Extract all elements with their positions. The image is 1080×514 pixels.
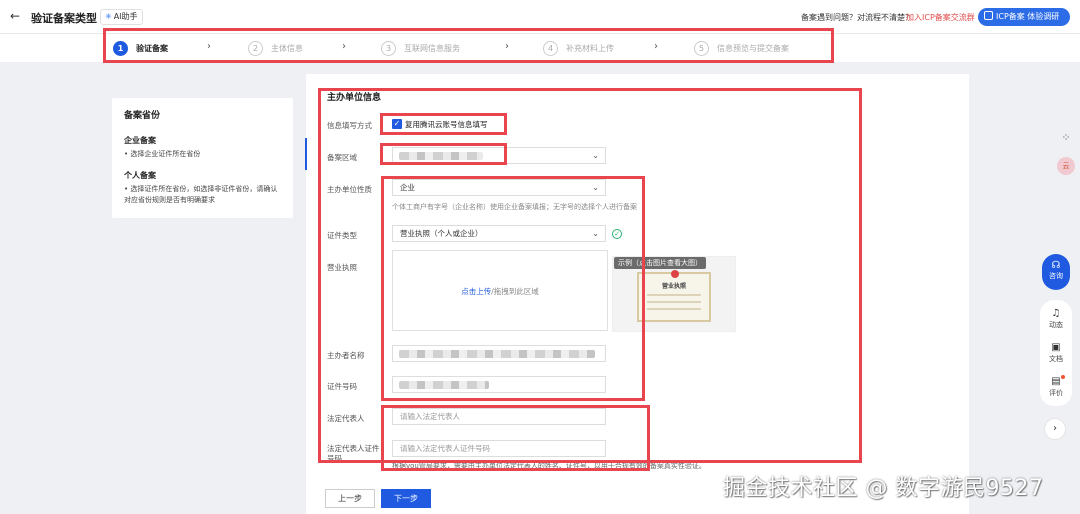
license-label: 营业执照 bbox=[327, 263, 357, 272]
legal-rep-id-input[interactable]: 请输入法定代表人证件号码 bbox=[392, 440, 606, 457]
review-button[interactable]: ▤ 评价 bbox=[1042, 376, 1070, 398]
chevron-right-icon[interactable]: › bbox=[1044, 418, 1066, 440]
watermark: 掘金技术社区 @ 数字游民9527 bbox=[723, 476, 1044, 501]
avatar[interactable]: 云 bbox=[1057, 157, 1075, 175]
step-4: 4 补充材料上传 bbox=[543, 40, 614, 56]
sample-license-text: 营业执照 bbox=[661, 283, 686, 290]
icp-survey-button[interactable]: ICP备案 体验调研 bbox=[978, 8, 1070, 26]
step-number: 3 bbox=[381, 40, 396, 56]
chevron-down-icon: ⌄ bbox=[592, 229, 599, 238]
chevron-right-icon: › bbox=[654, 41, 658, 52]
dynamics-button[interactable]: ♫ 动态 bbox=[1042, 308, 1070, 330]
legal-rep-id-label: 法定代表人证件号码 bbox=[327, 444, 380, 463]
text-line bbox=[647, 301, 701, 303]
redacted-value bbox=[399, 152, 483, 160]
review-label: 评价 bbox=[1049, 389, 1063, 397]
step-number: 5 bbox=[694, 40, 709, 56]
org-type-label: 主办单位性质 bbox=[327, 185, 372, 194]
sparkle-icon: ✳ bbox=[105, 12, 112, 21]
notification-dot bbox=[1061, 375, 1065, 379]
cert-type-select[interactable]: 营业执照（个人或企业） ⌄ bbox=[392, 225, 606, 242]
chevron-right-icon: › bbox=[207, 41, 211, 52]
org-type-note: 个体工商户有字号（企业名称）使用企业备案填报；无字号的选择个人进行备案 bbox=[392, 203, 637, 211]
sample-license-image[interactable]: 营业执照 bbox=[637, 270, 711, 322]
step-number: 2 bbox=[248, 40, 263, 56]
org-type-value: 企业 bbox=[400, 183, 415, 192]
bell-icon: ♫ bbox=[1051, 308, 1061, 319]
next-button[interactable]: 下一步 bbox=[381, 489, 431, 508]
guide-heading: 企业备案 bbox=[124, 136, 156, 145]
text-line bbox=[647, 308, 701, 310]
chevron-right-icon: › bbox=[342, 41, 346, 52]
province-guide-card: 备案省份 企业备案 • 选择企业证件所在省份 个人备案 • 选择证件所在省份，如… bbox=[112, 98, 293, 218]
docs-button[interactable]: ▣ 文档 bbox=[1042, 342, 1070, 364]
redacted-value bbox=[399, 381, 489, 389]
region-select[interactable]: ⌄ bbox=[392, 147, 606, 164]
reuse-account-label[interactable]: 复用腾讯云账号信息填写 bbox=[405, 119, 488, 130]
redacted-value bbox=[399, 350, 595, 358]
check-circle-icon: ✓ bbox=[612, 229, 622, 239]
reuse-account-checkbox[interactable]: ✓ bbox=[392, 119, 402, 129]
step-2: 2 主体信息 bbox=[248, 40, 303, 56]
step-5: 5 信息预览与提交备案 bbox=[694, 40, 789, 56]
fill-method-label: 信息填写方式 bbox=[327, 121, 372, 130]
arrow-left-icon[interactable]: ← bbox=[10, 9, 20, 23]
step-number: 1 bbox=[113, 40, 128, 56]
ai-assistant-label: AI助手 bbox=[113, 12, 138, 21]
cert-number-input[interactable] bbox=[392, 376, 606, 393]
guide-heading: 个人备案 bbox=[124, 171, 156, 180]
org-type-select[interactable]: 企业 ⌄ bbox=[392, 179, 606, 196]
verification-note: 根据you管局要求，需要由主办单位法定代表人的姓名、证件号，以用于合规有效的备案… bbox=[392, 462, 706, 470]
section-title: 主办单位信息 bbox=[327, 93, 382, 103]
chevron-down-icon: ⌄ bbox=[592, 183, 599, 192]
prev-button[interactable]: 上一步 bbox=[325, 489, 375, 508]
step-label: 验证备案 bbox=[136, 43, 168, 53]
step-label: 互联网信息服务 bbox=[404, 43, 460, 53]
survey-icon bbox=[984, 11, 993, 20]
icp-survey-label: ICP备案 体验调研 bbox=[996, 12, 1060, 21]
step-label: 信息预览与提交备案 bbox=[717, 43, 789, 53]
sponsor-name-input[interactable] bbox=[392, 345, 606, 362]
license-upload-area[interactable]: 点击上传/拖拽到此区域 bbox=[392, 250, 608, 331]
cert-number-label: 证件号码 bbox=[327, 382, 357, 391]
step-label: 补充材料上传 bbox=[566, 43, 614, 53]
dynamics-label: 动态 bbox=[1049, 321, 1063, 329]
headset-icon: ☊ bbox=[1051, 260, 1061, 271]
top-bar: ← 验证备案类型 ✳ AI助手 备案遇到问题？对流程不清楚？ 加入ICP备案交流群… bbox=[0, 0, 1080, 34]
page-title: 验证备案类型 bbox=[31, 12, 97, 25]
join-group-link[interactable]: 加入ICP备案交流群 bbox=[906, 12, 975, 23]
cert-type-value: 营业执照（个人或企业） bbox=[400, 229, 483, 238]
ai-assistant-button[interactable]: ✳ AI助手 bbox=[100, 9, 143, 25]
region-label: 备案区域 bbox=[327, 153, 357, 162]
chevron-right-icon: › bbox=[505, 41, 509, 52]
text-line bbox=[647, 294, 701, 296]
consult-label: 咨询 bbox=[1049, 272, 1063, 280]
consult-button[interactable]: ☊ 咨询 bbox=[1042, 254, 1070, 290]
step-1: 1 验证备案 bbox=[113, 40, 168, 56]
seal-icon bbox=[671, 270, 679, 278]
cert-type-label: 证件类型 bbox=[327, 231, 357, 240]
guide-item: • 选择企业证件所在省份 bbox=[124, 150, 201, 158]
legal-rep-label: 法定代表人 bbox=[327, 414, 365, 423]
help-text: 备案遇到问题？对流程不清楚？ bbox=[801, 13, 913, 22]
guide-item: • 选择证件所在省份，如选择非证件省份，请确认对应省份规则是否有明确要求 bbox=[124, 185, 278, 204]
sample-caption: 示例（点击图片查看大图） bbox=[614, 257, 706, 269]
active-indicator bbox=[305, 138, 307, 170]
legal-rep-input[interactable]: 请输入法定代表人 bbox=[392, 408, 606, 425]
grid-icon[interactable]: ⁘ bbox=[1052, 131, 1080, 144]
sponsor-name-label: 主办者名称 bbox=[327, 351, 365, 360]
step-3: 3 互联网信息服务 bbox=[381, 40, 460, 56]
upload-hint: /拖拽到此区域 bbox=[491, 287, 539, 296]
upload-link[interactable]: 点击上传 bbox=[461, 287, 491, 296]
step-label: 主体信息 bbox=[271, 43, 303, 53]
step-number: 4 bbox=[543, 40, 558, 56]
comment-icon: ▤ bbox=[1051, 376, 1061, 387]
docs-label: 文档 bbox=[1049, 355, 1063, 363]
chevron-down-icon: ⌄ bbox=[592, 151, 599, 160]
book-icon: ▣ bbox=[1051, 342, 1061, 353]
guide-title: 备案省份 bbox=[124, 111, 161, 121]
